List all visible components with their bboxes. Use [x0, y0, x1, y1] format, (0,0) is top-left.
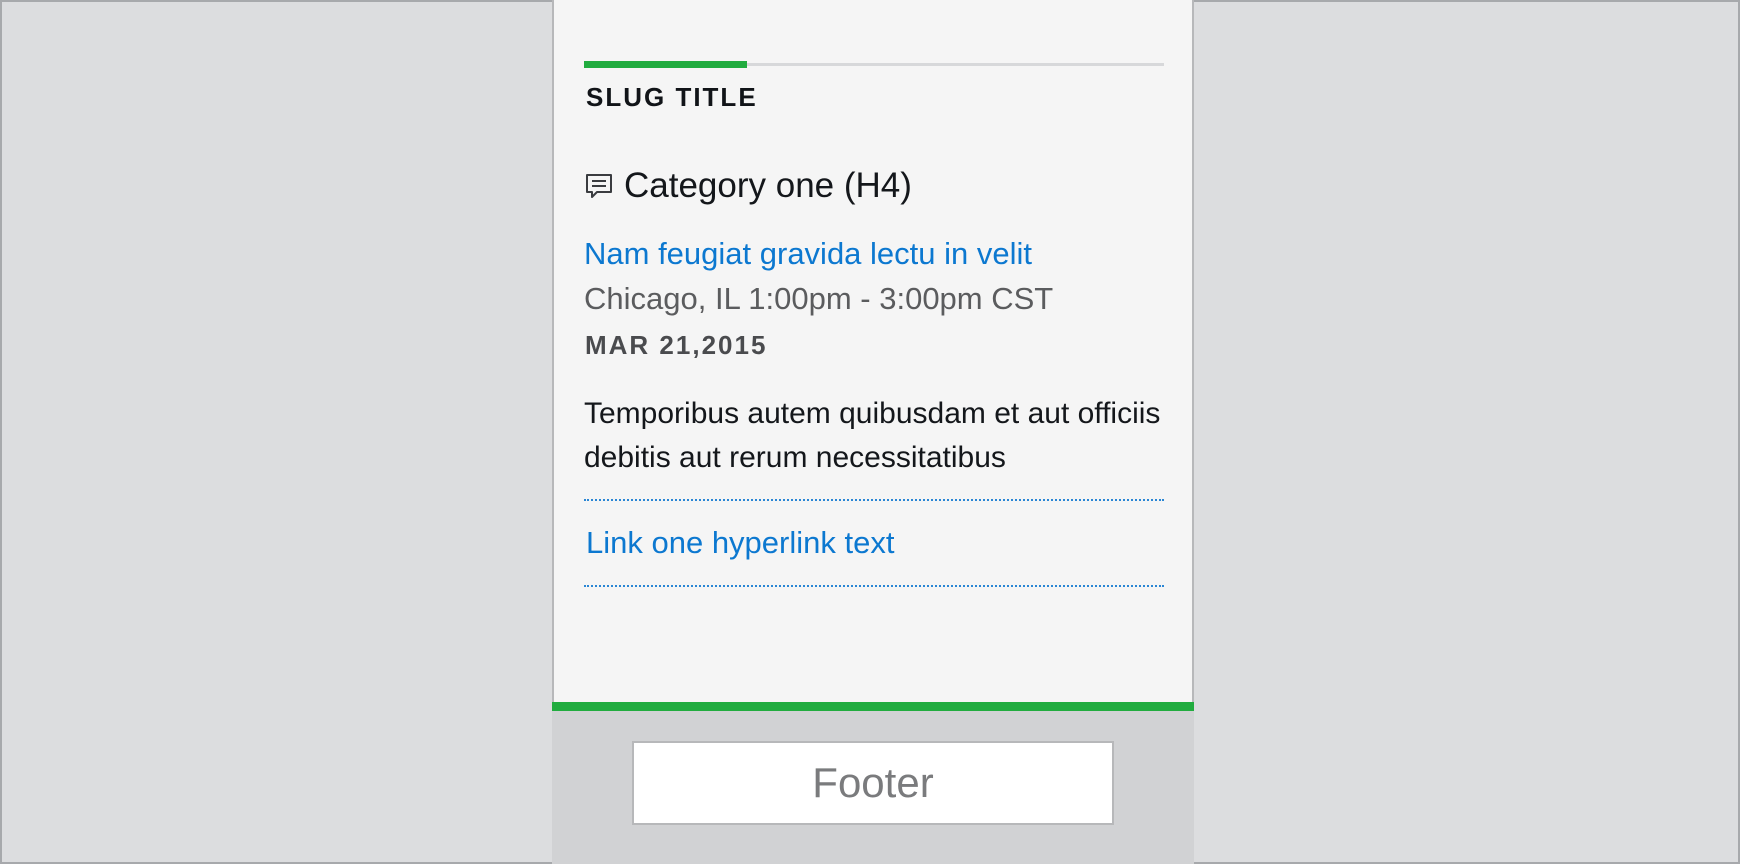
card-accent-bar: [552, 702, 1194, 711]
comment-icon: [584, 171, 614, 201]
divider-bottom: [584, 585, 1164, 587]
category-heading: Category one (H4): [584, 166, 912, 206]
event-date: MAR 21,2015: [585, 330, 768, 360]
footer-area: Footer: [552, 711, 1194, 864]
body-text: Temporibus autem quibusdam et aut offici…: [584, 397, 1161, 474]
link-one[interactable]: Link one hyperlink text: [586, 525, 894, 561]
content-card: SLUG TITLE Category one (H4) Nam feugiat…: [552, 0, 1194, 702]
category-title: Category one (H4): [624, 166, 912, 205]
event-title-link[interactable]: Nam feugiat gravida lectu in velit: [584, 236, 1032, 272]
footer-box: Footer: [632, 741, 1114, 825]
slug-accent-bar: [584, 61, 747, 68]
event-location-time: Chicago, IL 1:00pm - 3:00pm CST: [584, 281, 1054, 316]
slug-progress-track: [584, 61, 1164, 68]
slug-title: SLUG TITLE: [586, 82, 758, 112]
divider-top: [584, 499, 1164, 501]
